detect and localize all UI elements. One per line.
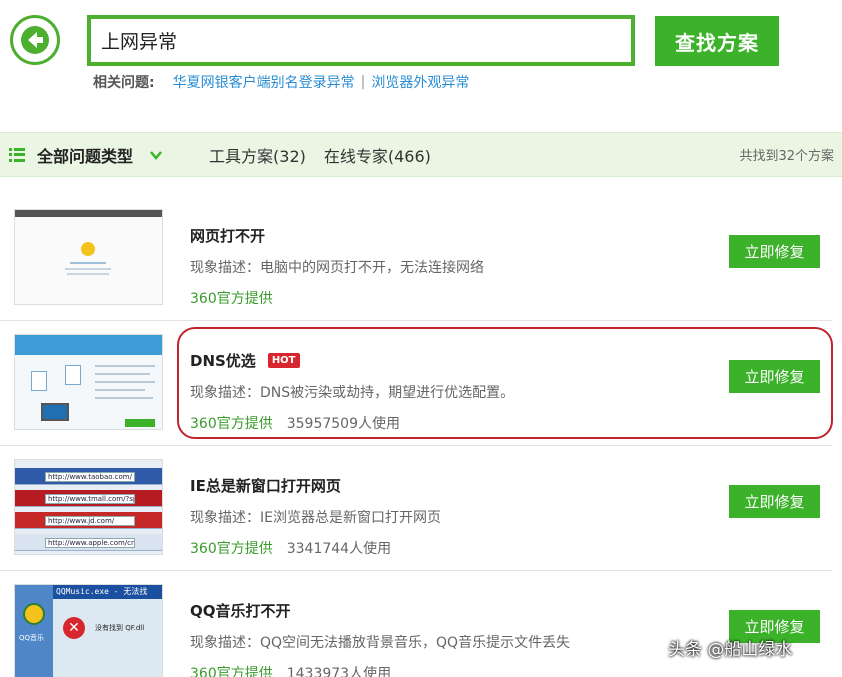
fix-button[interactable]: 立即修复: [729, 235, 820, 268]
fix-button[interactable]: 立即修复: [729, 485, 820, 518]
tab-tools[interactable]: 工具方案(32): [209, 143, 306, 167]
item-provider: 360官方提供: [190, 666, 273, 677]
back-button[interactable]: [10, 15, 60, 65]
category-dropdown-label[interactable]: 全部问题类型: [37, 143, 133, 167]
item-provider: 360官方提供: [190, 291, 273, 307]
search-box[interactable]: [87, 15, 635, 66]
thumb-url: http://www.jd.com/: [45, 516, 135, 526]
related-label: 相关问题:: [93, 75, 155, 91]
chevron-down-icon[interactable]: [149, 148, 163, 162]
related-link-huaxia[interactable]: 华夏网银客户端别名登录异常: [173, 72, 355, 92]
item-user-count: 3341744人使用: [286, 541, 392, 557]
related-link-browser[interactable]: 浏览器外观异常: [371, 72, 469, 92]
thumb-url: http://www.taobao.com/: [45, 472, 135, 482]
thumbnail-image: [14, 209, 163, 305]
filter-bar: 全部问题类型 工具方案(32) 在线专家(466) 共找到32个方案: [0, 132, 842, 177]
error-icon: ✕: [63, 617, 85, 639]
watermark: 头条 @船山绿水: [668, 640, 793, 660]
thumb-url: http://www.apple.com/cn/: [45, 538, 135, 548]
item-meta: 360官方提供 1433973人使用: [190, 663, 391, 677]
thumbnail-image: [14, 334, 163, 430]
item-title[interactable]: 网页打不开: [190, 225, 265, 246]
item-provider: 360官方提供: [190, 541, 273, 557]
related-separator: |: [360, 74, 366, 90]
related-questions: 相关问题: 华夏网银客户端别名登录异常 | 浏览器外观异常: [93, 72, 469, 92]
search-input[interactable]: [101, 29, 621, 52]
search-button[interactable]: 查找方案: [655, 16, 779, 66]
thumb-message: 没有找到 QF.dll: [95, 624, 145, 632]
thumb-url: http://www.tmall.com/?spm=1.1000386: [45, 494, 135, 504]
item-user-count: 1433973人使用: [286, 666, 392, 677]
highlight-outline: [177, 327, 833, 439]
thumb-window-title: QQMusic.exe - 无法找: [53, 585, 162, 599]
list-icon: [9, 148, 25, 162]
arrow-left-icon: [21, 26, 49, 54]
thumbnail-image: QQ音乐 QQMusic.exe - 无法找 ✕ 没有找到 QF.dll: [14, 584, 163, 677]
item-description: 现象描述：电脑中的网页打不开，无法连接网络: [190, 260, 484, 276]
item-title[interactable]: QQ音乐打不开: [190, 600, 291, 621]
item-description: 现象描述：QQ空间无法播放背景音乐，QQ音乐提示文件丢失: [190, 635, 571, 651]
list-item: 网页打不开 现象描述：电脑中的网页打不开，无法连接网络 360官方提供 立即修复: [0, 195, 842, 320]
item-meta: 360官方提供 3341744人使用: [190, 538, 391, 558]
item-title[interactable]: IE总是新窗口打开网页: [190, 475, 341, 496]
list-item: QQ音乐 QQMusic.exe - 无法找 ✕ 没有找到 QF.dll QQ音…: [0, 570, 842, 677]
list-item: http://www.taobao.com/ http://www.tmall.…: [0, 445, 842, 570]
tab-experts[interactable]: 在线专家(466): [324, 143, 431, 167]
thumbnail-image: http://www.taobao.com/ http://www.tmall.…: [14, 459, 163, 555]
item-meta: 360官方提供: [190, 288, 273, 308]
result-count: 共找到32个方案: [739, 149, 834, 164]
item-description: 现象描述：IE浏览器总是新窗口打开网页: [190, 510, 441, 526]
thumb-app-label: QQ音乐: [19, 634, 45, 642]
